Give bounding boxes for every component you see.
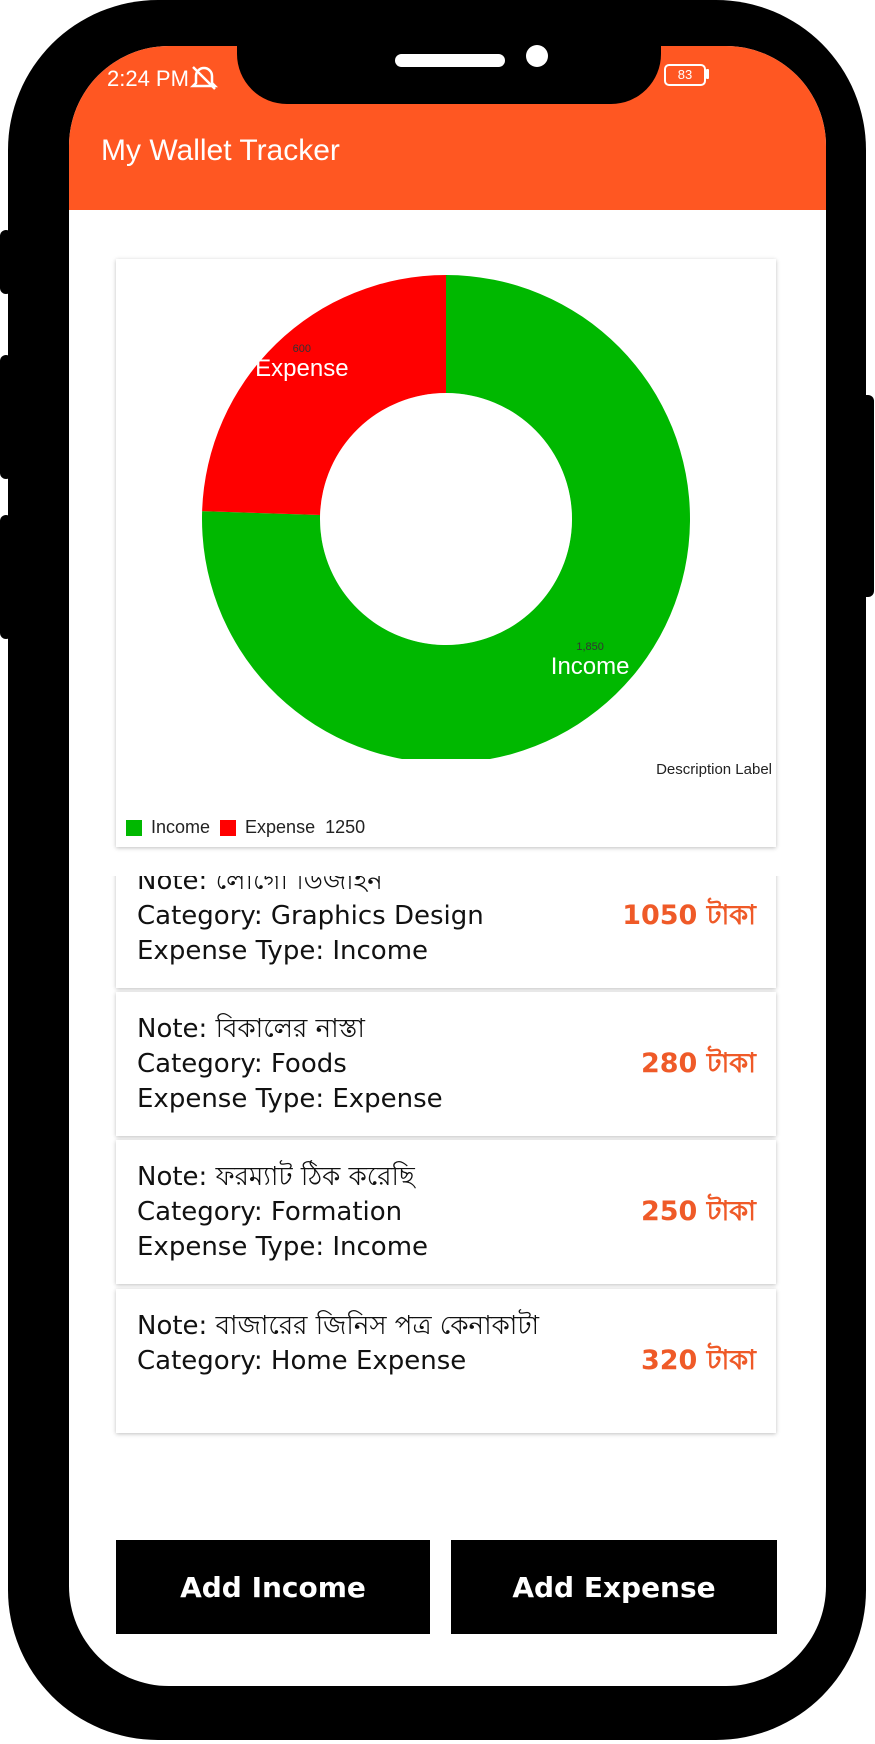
donut-hole bbox=[342, 415, 550, 623]
slice-value-label: 600 bbox=[293, 343, 311, 355]
side-button bbox=[0, 355, 12, 479]
legend-swatch-income bbox=[126, 819, 142, 836]
battery-icon: 83 bbox=[664, 64, 706, 86]
chart-card: 1,850 Income 600 Expense Description Label … bbox=[116, 259, 776, 847]
donut-chart[interactable]: 1,850Income 600Expense bbox=[116, 259, 776, 759]
speaker-grille bbox=[395, 54, 505, 67]
transaction-type: Expense Type: Income bbox=[137, 1232, 429, 1262]
transaction-amount: 280 টাকা bbox=[640, 1048, 756, 1079]
legend-total: 1250 bbox=[325, 817, 366, 837]
slice-name-label: Income bbox=[551, 653, 630, 680]
legend-item-income: Income bbox=[126, 817, 210, 838]
legend-label-income: Income bbox=[151, 817, 211, 837]
transaction-card[interactable]: Note: লোগো ডিজাইন Category: Graphics Des… bbox=[116, 876, 776, 988]
app-screen: 2:24 PM 83 My Wallet Tracker 1,850 Incom… bbox=[69, 46, 826, 1686]
legend-item-expense: Expense bbox=[220, 817, 315, 838]
transaction-details: Note: লোগো ডিজাইন Category: Graphics Des… bbox=[137, 876, 484, 969]
transaction-note: Note: বিকালের নাস্তা bbox=[137, 1014, 365, 1044]
transaction-amount: 1050 টাকা bbox=[622, 900, 756, 931]
transaction-amount: 320 টাকা bbox=[640, 1345, 756, 1376]
slice-value-label: 1,850 bbox=[576, 641, 604, 653]
side-button bbox=[0, 515, 12, 639]
add-expense-button[interactable]: Add Expense bbox=[451, 1540, 777, 1634]
status-time: 2:24 PM bbox=[107, 66, 189, 91]
chart-description: Description Label bbox=[656, 761, 772, 778]
transaction-category: Category: Graphics Design bbox=[137, 901, 484, 931]
transaction-card[interactable]: Note: বাজারের জিনিস পত্র কেনাকাটা Catego… bbox=[116, 1289, 776, 1433]
transaction-details: Note: বাজারের জিনিস পত্র কেনাকাটা Catego… bbox=[137, 1309, 539, 1379]
transaction-category: Category: Home Expense bbox=[137, 1346, 467, 1376]
transaction-amount: 250 টাকা bbox=[640, 1196, 756, 1227]
add-income-button[interactable]: Add Income bbox=[116, 1540, 430, 1634]
transaction-details: Note: ফরম্যাট ঠিক করেছি Category: Format… bbox=[137, 1160, 428, 1265]
chart-legend: Income Expense 1250 bbox=[126, 817, 365, 838]
transaction-list[interactable]: Note: লোগো ডিজাইন Category: Graphics Des… bbox=[69, 876, 826, 1506]
slice-name-label: Expense bbox=[255, 355, 348, 382]
transaction-note: Note: ফরম্যাট ঠিক করেছি bbox=[137, 1162, 415, 1192]
mute-icon bbox=[189, 66, 219, 90]
legend-swatch-expense bbox=[220, 819, 237, 836]
battery-tip bbox=[706, 69, 709, 79]
transaction-type: Expense Type: Expense bbox=[137, 1084, 443, 1114]
app-bar: My Wallet Tracker bbox=[69, 106, 826, 210]
side-button bbox=[860, 395, 874, 597]
transaction-note: Note: লোগো ডিজাইন bbox=[137, 876, 383, 896]
transaction-category: Category: Formation bbox=[137, 1197, 403, 1227]
front-camera bbox=[526, 45, 548, 67]
phone-frame: 2:24 PM 83 My Wallet Tracker 1,850 Incom… bbox=[8, 0, 866, 1740]
transaction-note: Note: বাজারের জিনিস পত্র কেনাকাটা bbox=[137, 1311, 540, 1341]
transaction-card[interactable]: Note: বিকালের নাস্তা Category: Foods Exp… bbox=[116, 992, 776, 1136]
app-title: My Wallet Tracker bbox=[101, 134, 340, 167]
side-button bbox=[0, 230, 12, 294]
transaction-card[interactable]: Note: ফরম্যাট ঠিক করেছি Category: Format… bbox=[116, 1140, 776, 1284]
transaction-details: Note: বিকালের নাস্তা Category: Foods Exp… bbox=[137, 1012, 443, 1117]
transaction-type: Expense Type: Income bbox=[137, 936, 429, 966]
legend-label-expense: Expense bbox=[245, 817, 316, 837]
transaction-category: Category: Foods bbox=[137, 1049, 347, 1079]
